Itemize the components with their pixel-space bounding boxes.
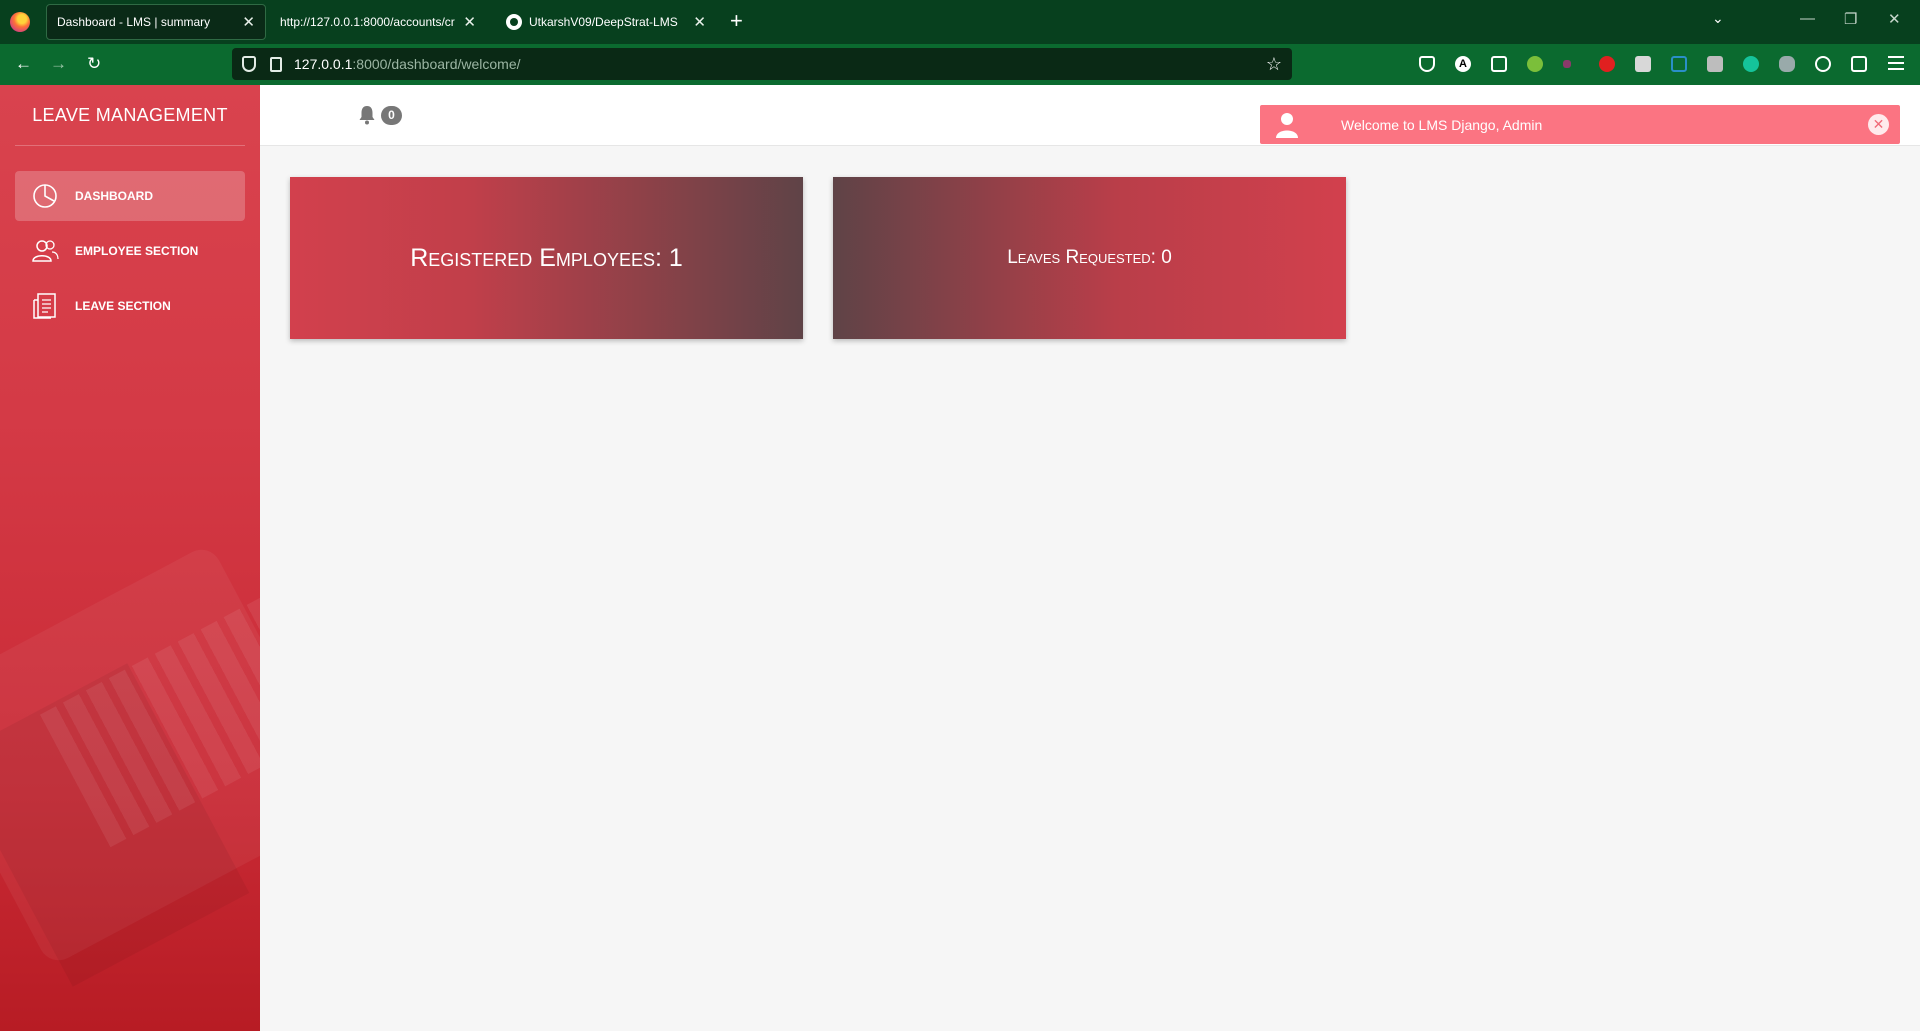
forward-arrow-icon[interactable]: → [50,54,67,74]
github-icon [506,14,522,30]
tab-title: Dashboard - LMS | summary [57,15,211,29]
registered-employees-card: Registered Employees: 1 [290,177,803,339]
sidebar-item-label: Dashboard [75,189,153,203]
window-close-icon[interactable]: ✕ [1888,10,1901,28]
user-icon [1276,112,1298,138]
welcome-alert: Welcome to LMS Django, Admin ✕ [1260,105,1900,144]
bookmark-star-icon[interactable]: ☆ [1266,54,1282,74]
card-label: Registered Employees: 1 [410,243,683,272]
globe-icon[interactable] [1815,56,1831,72]
adblock-icon[interactable] [1599,56,1615,72]
extensions-puzzle-icon[interactable] [1851,56,1867,72]
sidebar-item-leave-section[interactable]: Leave Section [15,281,245,331]
tab-github[interactable]: UtkarshV09/DeepStrat-LMS ✕ [496,4,716,40]
qr-code-icon[interactable] [1491,56,1507,72]
alert-message: Welcome to LMS Django, Admin [1341,116,1543,133]
shield-icon[interactable] [242,56,256,72]
sidebar-item-employee-section[interactable]: Employee Section [15,226,245,276]
reload-icon[interactable]: ↻ [87,54,101,74]
sidebar-item-dashboard[interactable]: Dashboard [15,171,245,221]
pocket-icon[interactable] [1419,56,1435,72]
tab-dashboard[interactable]: Dashboard - LMS | summary ✕ [46,4,266,40]
users-icon [32,240,59,262]
restore-icon[interactable]: ❐ [1844,10,1857,28]
url-path: :8000/dashboard/welcome/ [352,56,521,72]
grammarly-icon[interactable] [1743,56,1759,72]
close-icon[interactable]: ✕ [463,15,476,30]
notification-count-badge: 0 [381,106,402,125]
sidebar-item-label: Employee Section [75,244,199,258]
extension-n-icon[interactable] [1671,56,1687,72]
close-icon[interactable]: ✕ [242,15,255,30]
tab-accounts[interactable]: http://127.0.0.1:8000/accounts/crea ✕ [270,4,486,40]
firefox-logo-icon[interactable] [10,12,30,32]
extension-gray-icon[interactable] [1635,56,1651,72]
page-icon[interactable] [270,56,282,72]
pie-chart-icon [33,184,57,208]
hamburger-menu-icon[interactable] [1888,56,1904,70]
close-icon[interactable]: ✕ [1868,114,1889,135]
brand-title[interactable]: LEAVE MANAGEMENT [0,105,260,126]
browser-tab-bar: Dashboard - LMS | summary ✕ http://127.0… [0,0,1920,44]
divider [15,145,245,146]
browser-nav-bar: ← → ↻ 127.0.0.1 :8000/dashboard/welcome/… [0,44,1920,85]
document-icon [33,293,56,319]
tab-title: UtkarshV09/DeepStrat-LMS [529,15,678,29]
extension-dot-icon[interactable] [1563,60,1571,68]
back-arrow-icon[interactable]: ← [15,54,32,74]
extension-square-icon[interactable] [1707,56,1723,72]
chevron-down-icon[interactable]: ⌄ [1712,10,1724,27]
tab-title: http://127.0.0.1:8000/accounts/crea [280,15,456,29]
new-tab-button[interactable]: + [730,8,743,34]
extension-color-icon[interactable] [1527,56,1543,72]
sidebar: LEAVE MANAGEMENT Dashboard Employee Sect… [0,85,260,1031]
bell-icon[interactable] [358,105,376,125]
close-icon[interactable]: ✕ [693,15,706,30]
card-label: Leaves Requested: 0 [1007,247,1172,268]
sidebar-item-label: Leave Section [75,299,171,313]
leaves-requested-card: Leaves Requested: 0 [833,177,1346,339]
extension-a-icon[interactable]: A [1455,56,1471,72]
url-host: 127.0.0.1 [294,56,353,72]
url-bar[interactable]: 127.0.0.1 :8000/dashboard/welcome/ ☆ [232,48,1292,80]
minimize-icon[interactable]: — [1800,10,1815,27]
extension-blob-icon[interactable] [1779,56,1795,72]
